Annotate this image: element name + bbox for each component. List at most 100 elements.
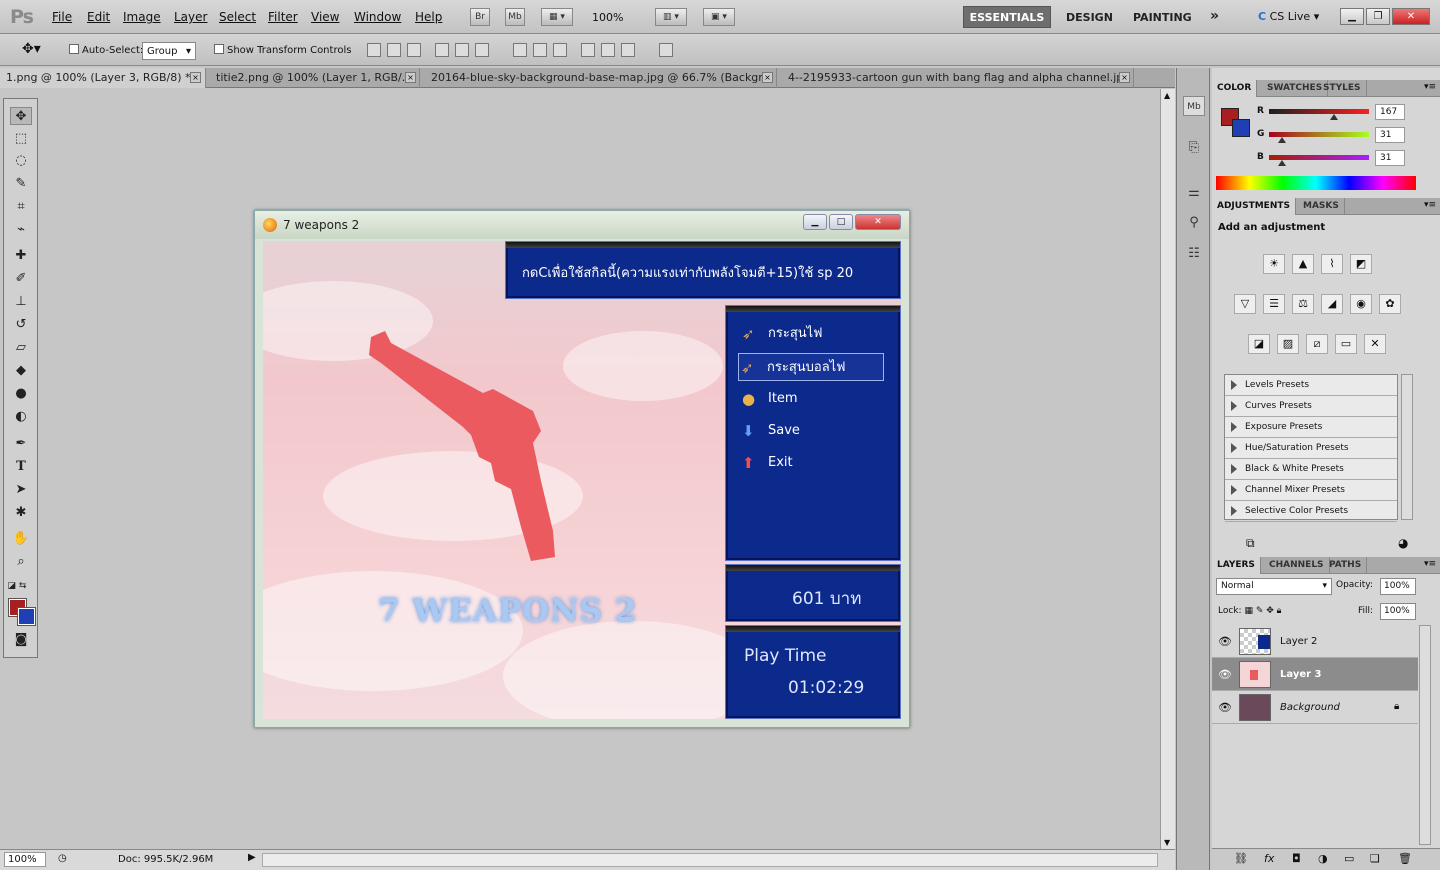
healing-brush-tool-icon[interactable]: ✚ [10,247,32,265]
paint-bucket-tool-icon[interactable]: ◆ [10,362,32,380]
menu-file[interactable]: File [52,10,72,24]
panel-menu-icon[interactable]: ▾≡ [1424,559,1436,569]
shape-tool-icon[interactable]: ✱ [10,504,32,522]
menu-layer[interactable]: Layer [174,10,207,24]
presets-scrollbar[interactable] [1401,374,1413,520]
distribute-right-icon[interactable] [621,43,635,57]
link-layers-icon[interactable]: ⛓ [1234,852,1248,865]
auto-select-dropdown[interactable]: Group ▾ [142,42,196,60]
workspace-essentials[interactable]: ESSENTIALS [963,6,1051,28]
clone-source-icon[interactable]: ⚲ [1183,213,1205,233]
layer-row[interactable]: 👁︎ Layer 3 [1212,658,1418,691]
selective-color-icon[interactable]: ✕ [1364,334,1386,354]
status-menu-icon[interactable]: ◷ [58,853,67,864]
move-tool-preset-icon[interactable]: ✥▾ [22,41,41,57]
background-color-swatch[interactable] [17,607,36,626]
history-icon[interactable]: ⎘ [1183,138,1205,158]
align-top-icon[interactable] [367,43,381,57]
pen-tool-icon[interactable]: ✒ [10,435,32,453]
hand-tool-icon[interactable]: ✋ [10,530,32,548]
close-button[interactable]: ✕ [1392,8,1430,25]
brush-presets-icon[interactable]: ⚌ [1183,183,1205,203]
tab-channels[interactable]: CHANNELS [1264,557,1330,574]
menu-view[interactable]: View [311,10,339,24]
g-value[interactable]: 31 [1375,127,1405,143]
menu-image[interactable]: Image [123,10,161,24]
channel-mixer-icon[interactable]: ✿ [1379,294,1401,314]
show-transform-checkbox[interactable]: Show Transform Controls [214,44,351,56]
panel-menu-icon[interactable]: ▾≡ [1424,82,1436,92]
menu-help[interactable]: Help [415,10,442,24]
photo-filter-icon[interactable]: ◉ [1350,294,1372,314]
screen-mode-icon[interactable]: ▣ ▾ [703,8,735,26]
layers-scrollbar[interactable] [1419,625,1431,845]
close-tab-icon[interactable]: × [762,72,773,83]
zoom-tool-icon[interactable]: ⌕ [10,553,32,571]
panel-menu-icon[interactable]: ▾≡ [1424,200,1436,210]
minimize-button[interactable]: ▁ [1340,8,1364,25]
add-mask-icon[interactable]: ◘ [1292,852,1301,865]
fill-field[interactable]: 100% [1380,603,1416,620]
workspace-painting[interactable]: PAINTING [1133,11,1192,24]
align-hcenter-icon[interactable] [455,43,469,57]
curves-icon[interactable]: ⌇ [1321,254,1343,274]
quick-selection-tool-icon[interactable]: ✎ [10,175,32,193]
tab-document-2[interactable]: titie2.png @ 100% (Layer 1, RGB/... [210,68,420,88]
tab-masks[interactable]: MASKS [1298,198,1345,215]
levels-icon[interactable]: ▲ [1292,254,1314,274]
blend-mode-dropdown[interactable]: Normal ▾ [1216,578,1332,595]
scroll-down-icon[interactable]: ▼ [1164,838,1170,847]
vibrance-icon[interactable]: ▽ [1234,294,1256,314]
tab-adjustments[interactable]: ADJUSTMENTS [1212,198,1296,215]
status-zoom-field[interactable]: 100% [4,852,46,867]
tab-document-4[interactable]: 4--2195933-cartoon gun with bang flag an… [782,68,1134,88]
quick-mask-icon[interactable]: ◙ [10,631,32,649]
r-value[interactable]: 167 [1375,104,1405,120]
color-spectrum-bar[interactable] [1216,176,1416,190]
layer-style-icon[interactable]: fx [1264,852,1274,865]
bridge-button[interactable]: Br [470,8,490,26]
visibility-eye-icon[interactable]: 👁︎ [1218,701,1232,714]
preset-selective-color[interactable]: Selective Color Presets [1225,501,1397,522]
opacity-field[interactable]: 100% [1380,578,1416,595]
hue-saturation-icon[interactable]: ☰ [1263,294,1285,314]
brightness-contrast-icon[interactable]: ☀ [1263,254,1285,274]
lock-pixels-icon[interactable]: ✎ [1256,606,1264,616]
more-workspaces-icon[interactable]: » [1210,8,1219,24]
restore-button[interactable]: ❐ [1366,8,1390,25]
preset-channel-mixer[interactable]: Channel Mixer Presets [1225,480,1397,501]
r-slider[interactable] [1269,109,1369,114]
blur-tool-icon[interactable]: ● [10,385,32,403]
invert-icon[interactable]: ◪ [1248,334,1270,354]
view-extras-icon[interactable]: ▦ ▾ [541,8,573,26]
default-colors-icon[interactable]: ◪ ⇆ [6,577,28,595]
close-tab-icon[interactable]: × [405,72,416,83]
vertical-scrollbar[interactable]: ▲ ▼ [1160,89,1175,849]
tab-color[interactable]: COLOR [1212,80,1258,97]
preset-black-white[interactable]: Black & White Presets [1225,459,1397,480]
tab-layers[interactable]: LAYERS [1212,557,1261,574]
eyedropper-tool-icon[interactable]: ⌁ [10,221,32,239]
visibility-eye-icon[interactable]: 👁︎ [1218,635,1232,648]
preset-hue-saturation[interactable]: Hue/Saturation Presets [1225,438,1397,459]
lock-transparency-icon[interactable]: ▦ [1244,606,1253,616]
gradient-map-icon[interactable]: ▭ [1335,334,1357,354]
tab-paths[interactable]: PATHS [1324,557,1368,574]
color-balance-icon[interactable]: ⚖ [1292,294,1314,314]
lasso-tool-icon[interactable]: ◌ [10,152,32,170]
menu-select[interactable]: Select [219,10,256,24]
black-white-icon[interactable]: ◢ [1321,294,1343,314]
auto-align-icon[interactable] [659,43,673,57]
align-vcenter-icon[interactable] [387,43,401,57]
b-slider-thumb[interactable] [1278,160,1286,166]
distribute-bottom-icon[interactable] [553,43,567,57]
mini-bridge-icon[interactable]: Mb [1183,96,1205,116]
lock-all-icon[interactable]: 🔒︎ [1277,606,1282,616]
tab-document-3[interactable]: 20164-blue-sky-background-base-map.jpg @… [425,68,777,88]
align-left-icon[interactable] [435,43,449,57]
adjustment-layer-icon[interactable]: ◑ [1318,852,1328,865]
close-tab-icon[interactable]: × [190,72,201,83]
r-slider-thumb[interactable] [1330,114,1338,120]
menu-filter[interactable]: Filter [268,10,298,24]
threshold-icon[interactable]: ⧄ [1306,334,1328,354]
